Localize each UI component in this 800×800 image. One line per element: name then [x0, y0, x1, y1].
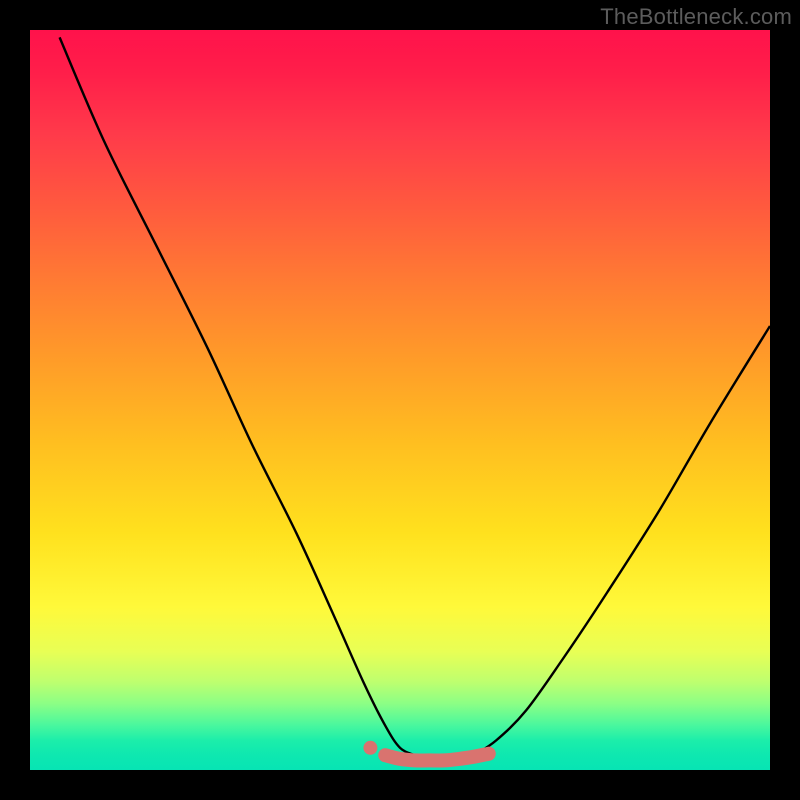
- plot-area: [30, 30, 770, 770]
- curve-right: [474, 326, 770, 755]
- valley-marker-stroke: [385, 754, 489, 761]
- chart-frame: TheBottleneck.com: [0, 0, 800, 800]
- watermark-text: TheBottleneck.com: [600, 4, 792, 30]
- curve-layer: [30, 30, 770, 770]
- curve-left: [60, 37, 415, 755]
- valley-marker-dot: [363, 741, 377, 755]
